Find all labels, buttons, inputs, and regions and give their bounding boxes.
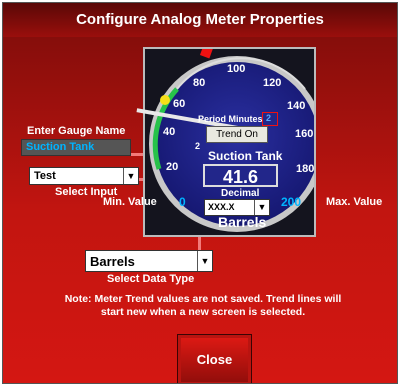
window-title: Configure Analog Meter Properties <box>76 11 324 28</box>
period-minutes-label: Period Minutes <box>198 114 263 124</box>
close-button[interactable]: Close <box>177 334 252 383</box>
decimal-format-value: XXX.X <box>208 202 235 212</box>
chevron-down-icon[interactable]: ▼ <box>197 251 212 271</box>
data-type-select-value: Barrels <box>90 254 135 269</box>
gauge-marker-yellow <box>160 95 170 105</box>
tick-label: 80 <box>193 77 206 89</box>
tick-label: 60 <box>173 98 186 110</box>
chevron-down-icon[interactable]: ▼ <box>123 168 138 184</box>
units-display: Barrels <box>218 214 267 230</box>
gauge-name-display: Suction Tank <box>208 149 283 163</box>
data-type-select[interactable]: Barrels ▼ <box>85 250 213 272</box>
trend-toggle-button[interactable]: Trend On <box>206 126 268 143</box>
tick-label: 160 <box>295 128 314 140</box>
gauge-reading-display: 41.6 <box>203 164 278 187</box>
input-select-value: Test <box>34 170 56 182</box>
decimal-label: Decimal <box>221 188 260 199</box>
select-input-label: Select Input <box>55 186 118 198</box>
tick-label: 20 <box>166 161 179 173</box>
select-data-type-label: Select Data Type <box>107 273 195 285</box>
small-indicator-value: 2 <box>195 141 201 151</box>
tick-label: 180 <box>296 163 315 175</box>
input-select[interactable]: Test ▼ <box>29 167 139 185</box>
configure-analog-meter-window: Configure Analog Meter Properties 20 40 … <box>2 2 398 384</box>
tick-label: 140 <box>287 100 306 112</box>
enter-gauge-name-label: Enter Gauge Name <box>27 125 126 137</box>
period-minutes-input[interactable]: 2 <box>262 112 278 126</box>
tick-label: 120 <box>263 77 282 89</box>
tick-label: 100 <box>227 63 246 75</box>
tick-label: 40 <box>163 126 176 138</box>
chevron-down-icon[interactable]: ▼ <box>254 200 269 215</box>
max-value-input[interactable]: 200 <box>281 195 301 209</box>
gauge-marker-red <box>199 49 213 59</box>
max-value-label: Max. Value <box>326 196 383 208</box>
note-text: Note: Meter Trend values are not saved. … <box>64 293 342 318</box>
gauge-name-input[interactable]: Suction Tank <box>21 139 131 156</box>
min-value-input[interactable]: 0 <box>179 195 186 209</box>
